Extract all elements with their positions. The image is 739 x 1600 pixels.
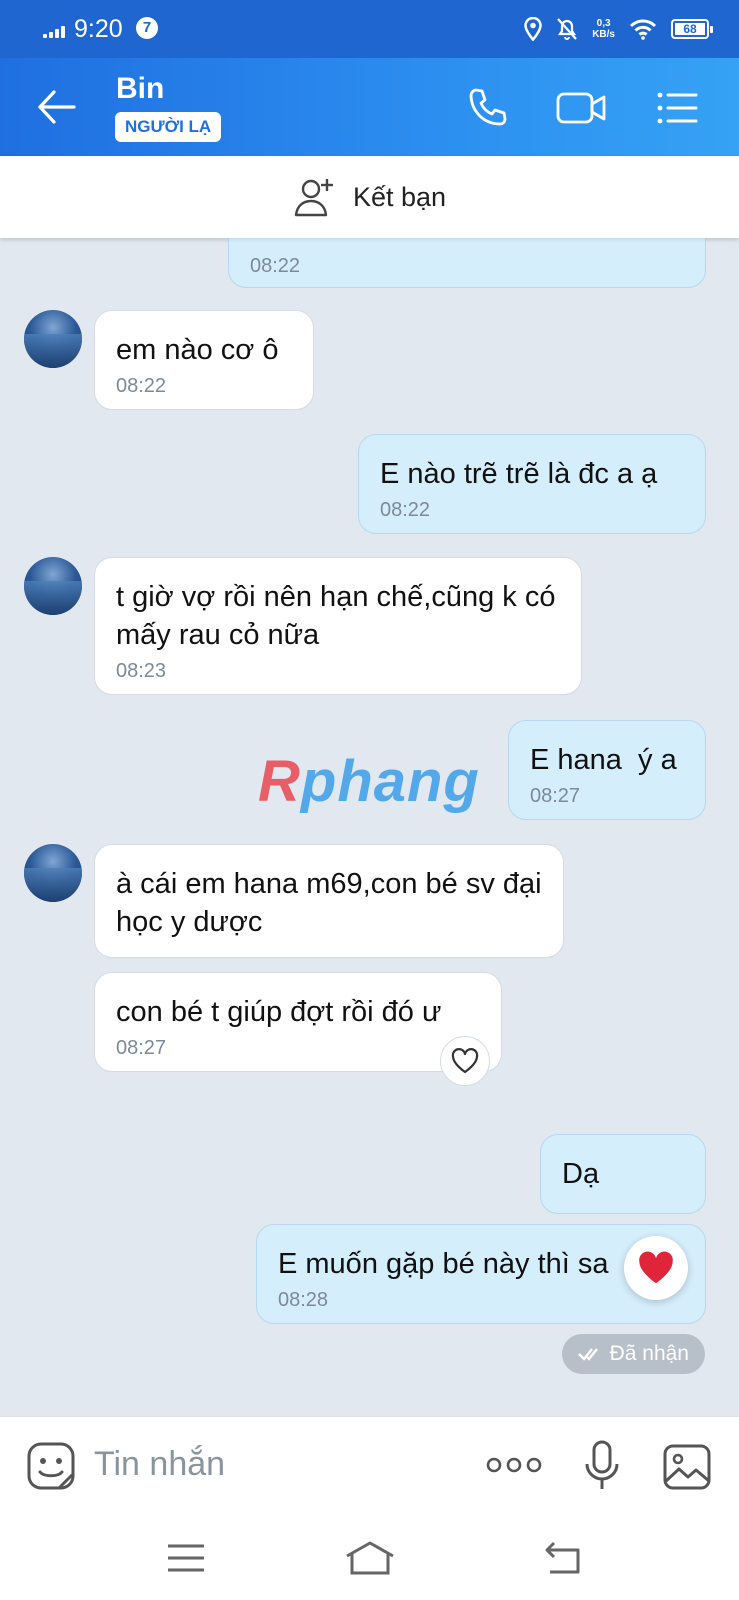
battery-level: 68 xyxy=(675,23,705,36)
message-text: à cái em hana m69,con bé sv đại học y dư… xyxy=(116,868,542,938)
network-speed: 0,3 KB/s xyxy=(592,18,615,40)
mute-bell-icon xyxy=(557,18,578,40)
notification-badge: 7 xyxy=(136,17,158,39)
message-text: E nào trẽ trẽ là đc a ạ xyxy=(380,458,658,490)
watermark-part1: R xyxy=(258,749,301,814)
message-bubble[interactable]: em nào cơ ô 08:22 xyxy=(94,310,314,410)
avatar[interactable] xyxy=(24,844,82,902)
message-time: 08:27 xyxy=(530,785,581,807)
chat-header: Bin NGƯỜI LẠ xyxy=(0,58,739,156)
message-time: 08:28 xyxy=(278,1289,329,1311)
heart-reaction[interactable] xyxy=(624,1236,688,1300)
phone-call-icon[interactable] xyxy=(464,84,512,132)
message-composer: Tin nhắn xyxy=(0,1416,739,1516)
avatar[interactable] xyxy=(24,310,82,368)
message-text: E hana ý a xyxy=(530,744,677,776)
network-speed-unit: KB/s xyxy=(592,29,615,40)
message-bubble[interactable]: E hana ý a 08:27 xyxy=(508,720,706,820)
menu-list-icon[interactable] xyxy=(654,84,702,132)
delivery-status: Đã nhận xyxy=(561,1334,705,1374)
message-input[interactable]: Tin nhắn xyxy=(94,1445,225,1484)
message-text: Dạ xyxy=(562,1158,600,1190)
add-friend-label: Kết bạn xyxy=(352,181,447,212)
location-icon xyxy=(524,17,542,41)
delivery-status-text: Đã nhận xyxy=(609,1342,689,1365)
contact-name[interactable]: Bin xyxy=(116,72,164,106)
system-nav-bar xyxy=(0,1516,739,1600)
red-heart-icon xyxy=(639,1251,673,1284)
message-time: 08:27 xyxy=(116,1037,167,1059)
message-bubble[interactable]: à cái em hana m69,con bé sv đại học y dư… xyxy=(94,844,564,958)
watermark-logo: Rphang xyxy=(258,748,480,815)
status-bar: 9:20 7 0,3 KB/s 68 xyxy=(0,0,739,58)
message-bubble[interactable]: E nào trẽ trẽ là đc a ạ 08:22 xyxy=(358,434,706,534)
message-text: t giờ vợ rồi nên hạn chế,cũng k có mấy r… xyxy=(116,581,556,651)
message-time: 08:23 xyxy=(116,660,167,682)
video-call-icon[interactable] xyxy=(555,84,609,132)
message-text: con bé t giúp đợt rồi đó ư xyxy=(116,996,442,1028)
stranger-badge: NGƯỜI LẠ xyxy=(115,112,222,142)
more-options-icon[interactable] xyxy=(486,1455,542,1475)
double-check-icon xyxy=(577,1348,598,1361)
message-bubble[interactable]: Dạ xyxy=(540,1134,706,1214)
microphone-icon[interactable] xyxy=(584,1439,620,1493)
react-heart-button[interactable] xyxy=(440,1036,490,1086)
recent-apps-icon[interactable] xyxy=(164,1540,208,1576)
message-time: 08:22 xyxy=(380,499,431,521)
home-icon[interactable] xyxy=(344,1540,396,1576)
signal-icon xyxy=(43,24,69,38)
battery-icon: 68 xyxy=(671,19,713,39)
back-arrow-icon[interactable] xyxy=(32,82,82,132)
message-time: 08:22 xyxy=(116,375,167,397)
avatar[interactable] xyxy=(24,557,82,615)
sticker-icon[interactable] xyxy=(26,1441,76,1491)
status-time: 9:20 xyxy=(74,15,123,43)
message-bubble[interactable]: t giờ vợ rồi nên hạn chế,cũng k có mấy r… xyxy=(94,557,582,695)
watermark-part2: phang xyxy=(300,749,480,814)
message-time: 08:22 xyxy=(250,255,301,277)
message-text: E muốn gặp bé này thì sa xyxy=(278,1248,609,1280)
back-nav-icon[interactable] xyxy=(540,1540,584,1576)
heart-outline-icon xyxy=(451,1048,479,1074)
wifi-icon xyxy=(629,19,657,40)
add-friend-bar-cover: Kết bạn xyxy=(0,156,739,238)
image-gallery-icon[interactable] xyxy=(662,1443,712,1491)
add-user-icon xyxy=(294,179,333,217)
network-speed-value: 0,3 xyxy=(596,18,611,29)
message-text: em nào cơ ô xyxy=(116,334,279,366)
